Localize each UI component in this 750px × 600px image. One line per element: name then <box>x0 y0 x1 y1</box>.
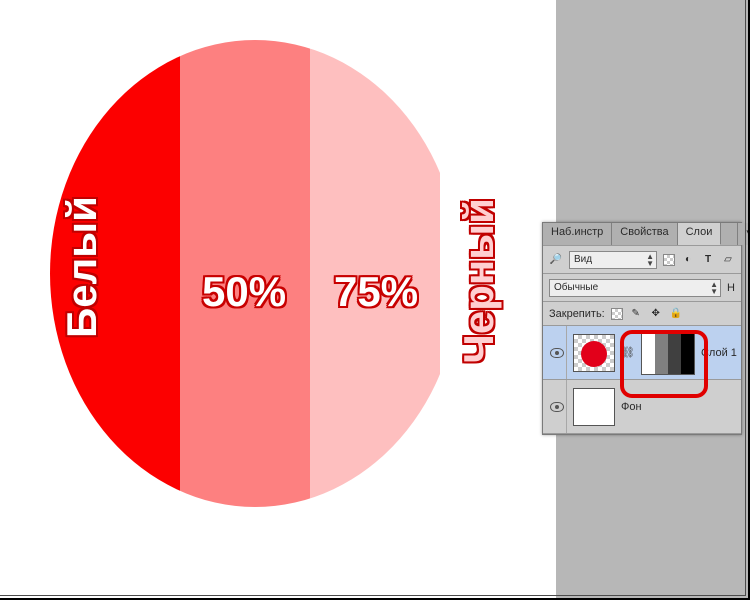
lock-row: Закрепить: ✎ ✥ 🔒 <box>543 301 741 325</box>
blend-mode-select[interactable]: Обычные ▲▼ <box>549 279 721 297</box>
layer-name[interactable]: Слой 1 <box>701 347 737 359</box>
visibility-toggle[interactable] <box>547 326 567 379</box>
layers-panel: Наб.инстр Свойства Слои ▾≡ 🔎 Вид ▲▼ ◐ T … <box>542 222 742 435</box>
label-white: Белый <box>58 196 106 338</box>
lock-label: Закрепить: <box>549 308 605 320</box>
layer-thumbnail[interactable] <box>573 334 615 372</box>
filter-adjust-icon[interactable]: ◐ <box>681 253 695 267</box>
layer-row[interactable]: Фон <box>543 380 741 434</box>
layer-thumbnail[interactable] <box>573 388 615 426</box>
layer-name[interactable]: Фон <box>621 401 642 413</box>
tab-presets[interactable]: Наб.инстр <box>543 223 612 245</box>
panel-menu-button[interactable]: ▾≡ <box>737 223 750 245</box>
filter-shape-icon[interactable]: ▱ <box>721 253 735 267</box>
visibility-toggle[interactable] <box>547 380 567 433</box>
eye-icon <box>550 402 564 412</box>
kind-filter-row: 🔎 Вид ▲▼ ◐ T ▱ <box>543 245 741 273</box>
tab-spacer <box>721 223 737 245</box>
layer-mask-thumbnail[interactable] <box>641 331 695 375</box>
label-50pct: 50% <box>202 268 286 316</box>
tab-layers[interactable]: Слои <box>678 223 722 245</box>
layer-list: ⛓ Слой 1 Фон <box>543 325 741 434</box>
filter-type-icon[interactable]: T <box>701 253 715 267</box>
chevron-updown-icon: ▲▼ <box>710 281 718 295</box>
layer-row[interactable]: ⛓ Слой 1 <box>543 326 741 380</box>
lock-pixels-icon[interactable]: ✎ <box>629 307 643 321</box>
link-mask-icon[interactable]: ⛓ <box>621 346 635 359</box>
eye-icon <box>550 348 564 358</box>
blend-mode-label: Обычные <box>554 282 598 293</box>
lock-transparency-icon[interactable] <box>611 308 623 320</box>
blend-row: Обычные ▲▼ Н <box>543 273 741 301</box>
chevron-updown-icon: ▲▼ <box>646 253 654 267</box>
filter-pixel-icon[interactable] <box>663 254 675 266</box>
document-canvas[interactable]: 50% 75% Белый Черный <box>0 0 556 600</box>
search-icon: 🔎 <box>549 253 563 267</box>
kind-select[interactable]: Вид ▲▼ <box>569 251 657 269</box>
tab-properties[interactable]: Свойства <box>612 223 677 245</box>
thumbnail-content <box>581 341 607 367</box>
label-black: Черный <box>455 198 503 364</box>
label-75pct: 75% <box>334 268 418 316</box>
panel-tabs: Наб.инстр Свойства Слои ▾≡ <box>543 223 741 245</box>
opacity-label-trunc: Н <box>727 282 735 294</box>
lock-all-icon[interactable]: 🔒 <box>669 307 683 321</box>
lock-position-icon[interactable]: ✥ <box>649 307 663 321</box>
kind-select-label: Вид <box>574 254 592 265</box>
